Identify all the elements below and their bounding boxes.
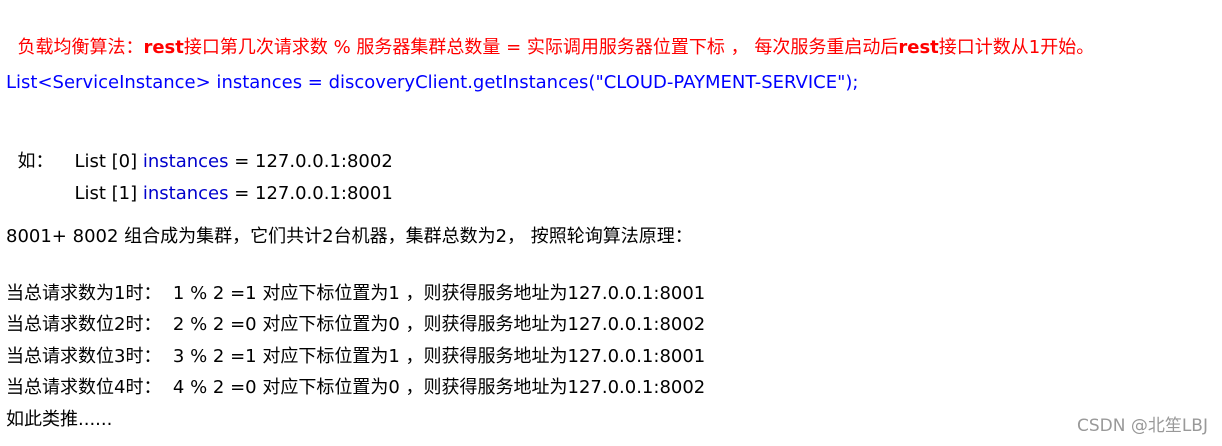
rule-line-1: 当总请求数为1时： 1 % 2 =1 对应下标位置为1 ，则获得服务地址为127… [6, 283, 706, 304]
rule-line-4: 当总请求数位4时： 4 % 2 =0 对应下标位置为0 ，则获得服务地址为127… [6, 377, 706, 398]
intro-rest-1: rest [143, 37, 184, 58]
intro-rest-2: rest [898, 37, 939, 58]
rule-line-3: 当总请求数位3时： 3 % 2 =1 对应下标位置为1 ，则获得服务地址为127… [6, 346, 706, 367]
example-list-1: List [1] [74, 183, 143, 204]
intro-part-1: 负载均衡算法： [17, 37, 144, 58]
example-var-1: instances [142, 183, 229, 204]
intro-part-3: 接口第几次请求数 % 服务器集群总数量 = 实际调用服务器位置下标 ， 每次服务… [183, 37, 899, 58]
ellipsis-line: 如此类推...... [6, 409, 113, 430]
cluster-line: 8001+ 8002 组合成为集群，它们共计2台机器，集群总数为2， 按照轮询算… [6, 226, 693, 247]
watermark: CSDN @北笙LBJ [1076, 416, 1208, 436]
intro-part-5: 接口计数从1开始。 [938, 37, 1095, 58]
algorithm-intro: 负载均衡算法：rest接口第几次请求数 % 服务器集群总数量 = 实际调用服务器… [6, 15, 1094, 59]
example-row-1: List [1] instances = 127.0.0.1:8001 [63, 161, 393, 205]
example-value-1: = 127.0.0.1:8001 [228, 183, 393, 204]
rule-line-2: 当总请求数位2时： 2 % 2 =0 对应下标位置为0 ，则获得服务地址为127… [6, 314, 706, 335]
code-line: List<ServiceInstance> instances = discov… [6, 72, 859, 93]
